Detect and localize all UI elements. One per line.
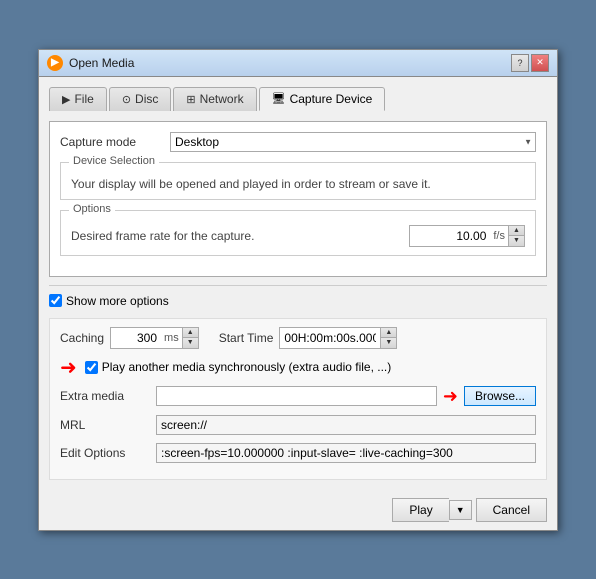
network-tab-icon: ⊞ (186, 93, 195, 106)
tab-network[interactable]: ⊞ Network (173, 87, 256, 111)
framerate-row: Desired frame rate for the capture. f/s … (71, 219, 525, 247)
main-content: ▶ File ⊙ Disc ⊞ Network 🖥 Capture Device… (39, 77, 557, 490)
file-tab-icon: ▶ (62, 93, 70, 106)
capture-mode-row: Capture mode Desktop DirectShow TV - dig… (60, 132, 536, 152)
play-button[interactable]: Play (392, 498, 448, 522)
extra-media-row: Extra media ➜ Browse... (60, 386, 536, 407)
mrl-label: MRL (60, 418, 150, 432)
show-more-checkbox-label[interactable]: Show more options (49, 294, 169, 308)
extra-options-panel: Caching ms ▲ ▼ Start Time (49, 318, 547, 480)
title-controls: ? ✕ (511, 54, 549, 72)
tab-bar: ▶ File ⊙ Disc ⊞ Network 🖥 Capture Device (49, 87, 547, 111)
caching-down-button[interactable]: ▼ (182, 338, 198, 348)
tab-capture[interactable]: 🖥 Capture Device (259, 87, 386, 111)
start-time-field: Start Time ▲ ▼ (219, 327, 398, 349)
sync-row: ➜ Play another media synchronously (extr… (60, 355, 536, 380)
start-time-label: Start Time (219, 331, 274, 345)
start-time-input[interactable] (280, 329, 380, 347)
mrl-input[interactable] (156, 415, 536, 435)
show-more-checkbox[interactable] (49, 294, 62, 307)
start-time-spinbox: ▲ ▼ (279, 327, 397, 349)
sync-label: Play another media synchronously (extra … (102, 360, 391, 374)
edit-options-row: Edit Options (60, 443, 536, 463)
capture-mode-select[interactable]: Desktop DirectShow TV - digital TV - ana… (170, 132, 536, 152)
caching-spinbox: ms ▲ ▼ (110, 327, 199, 349)
help-button[interactable]: ? (511, 54, 529, 72)
extra-media-label: Extra media (60, 389, 150, 403)
start-time-up-button[interactable]: ▲ (380, 328, 396, 338)
mrl-row: MRL (60, 415, 536, 435)
tab-disc[interactable]: ⊙ Disc (109, 87, 172, 111)
device-selection-content: Your display will be opened and played i… (71, 171, 525, 191)
device-selection-group: Device Selection Your display will be op… (60, 162, 536, 200)
bottom-bar: Play ▼ Cancel (39, 490, 557, 530)
capture-tab-icon: 🖥 (272, 92, 286, 105)
edit-options-label: Edit Options (60, 446, 150, 460)
open-media-window: ▶ Open Media ? ✕ ▶ File ⊙ Disc ⊞ Network (38, 49, 558, 531)
play-dropdown-button[interactable]: ▼ (449, 500, 472, 520)
disc-tab-icon: ⊙ (122, 93, 131, 106)
title-bar-left: ▶ Open Media (47, 55, 134, 71)
start-time-down-button[interactable]: ▼ (380, 338, 396, 348)
device-selection-description: Your display will be opened and played i… (71, 177, 525, 191)
show-more-label: Show more options (66, 294, 169, 308)
red-arrow-icon: ➜ (60, 355, 77, 380)
caching-up-button[interactable]: ▲ (182, 328, 198, 338)
red-arrow-browse-icon: ➜ (443, 386, 458, 407)
capture-mode-select-wrapper: Desktop DirectShow TV - digital TV - ana… (170, 132, 536, 152)
vlc-icon: ▶ (47, 55, 63, 71)
options-group: Options Desired frame rate for the captu… (60, 210, 536, 256)
framerate-down-button[interactable]: ▼ (508, 236, 524, 246)
capture-mode-label: Capture mode (60, 135, 170, 149)
edit-options-input[interactable] (156, 443, 536, 463)
capture-panel: Capture mode Desktop DirectShow TV - dig… (49, 121, 547, 277)
framerate-label: Desired frame rate for the capture. (71, 229, 409, 243)
framerate-spinbox: f/s ▲ ▼ (409, 225, 525, 247)
device-selection-title: Device Selection (69, 155, 159, 167)
browse-button[interactable]: Browse... (464, 386, 536, 406)
caching-unit: ms (161, 332, 182, 344)
sync-checkbox[interactable] (85, 361, 98, 374)
separator (49, 285, 547, 286)
extra-media-input[interactable] (156, 386, 437, 406)
title-bar: ▶ Open Media ? ✕ (39, 50, 557, 77)
start-time-spinbox-buttons: ▲ ▼ (380, 328, 396, 348)
caching-field: Caching ms ▲ ▼ (60, 327, 199, 349)
framerate-unit: f/s (490, 230, 508, 242)
play-button-group: Play ▼ (392, 498, 471, 522)
sync-checkbox-label[interactable]: Play another media synchronously (extra … (85, 360, 391, 374)
cancel-button[interactable]: Cancel (476, 498, 547, 522)
framerate-input[interactable] (410, 227, 490, 245)
framerate-up-button[interactable]: ▲ (508, 226, 524, 236)
caching-input[interactable] (111, 329, 161, 347)
close-button[interactable]: ✕ (531, 54, 549, 72)
framerate-spinbox-buttons: ▲ ▼ (508, 226, 524, 246)
tab-file[interactable]: ▶ File (49, 87, 107, 111)
caching-spinbox-buttons: ▲ ▼ (182, 328, 198, 348)
window-title: Open Media (69, 56, 134, 70)
show-more-row: Show more options (49, 294, 547, 308)
caching-starttime-row: Caching ms ▲ ▼ Start Time (60, 327, 536, 349)
caching-label: Caching (60, 331, 104, 345)
options-title: Options (69, 203, 115, 215)
